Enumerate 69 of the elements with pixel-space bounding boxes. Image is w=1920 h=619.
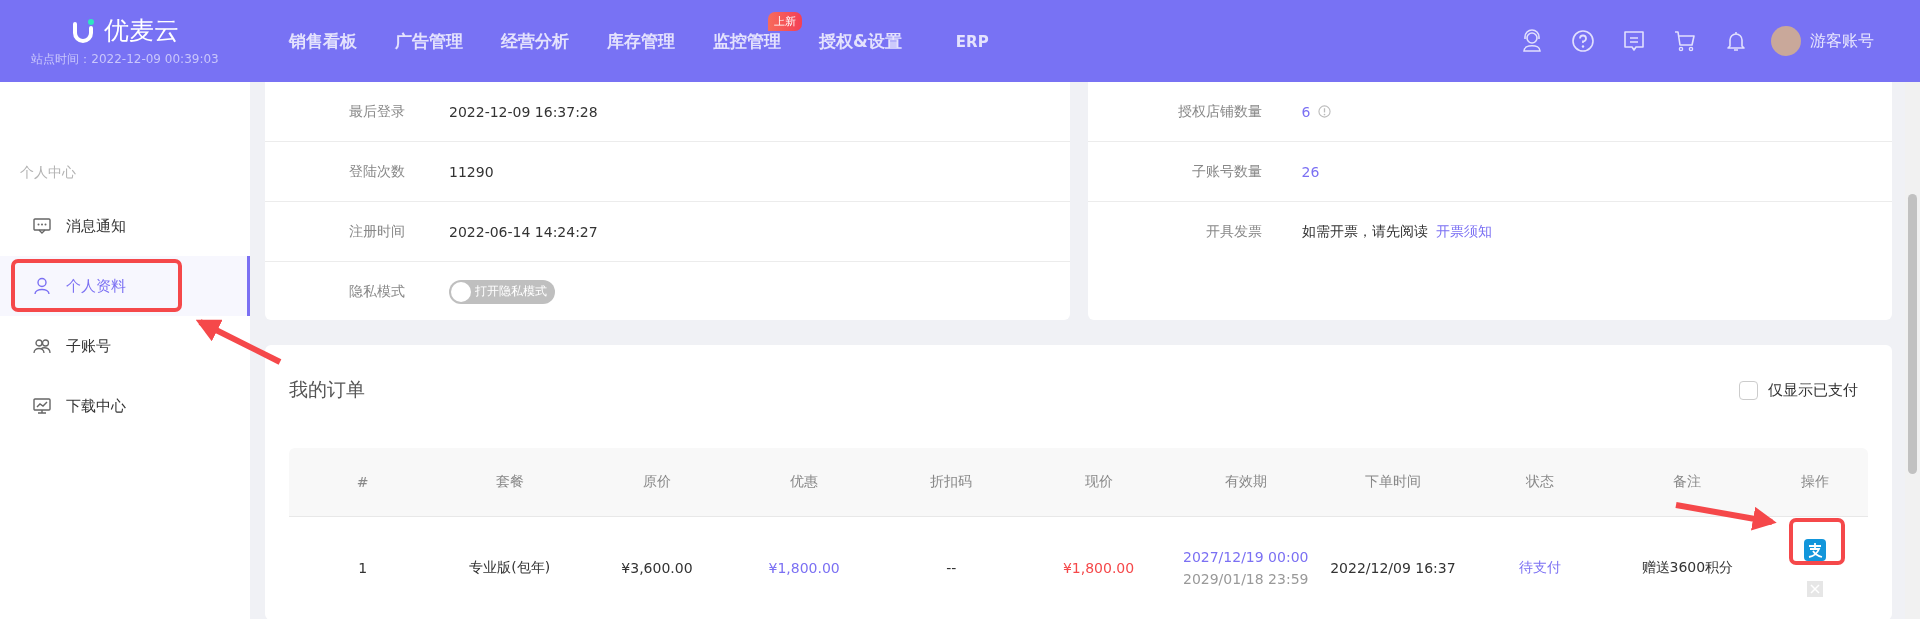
users-icon [32,336,52,356]
logo-text: 优麦云 [103,15,179,47]
field-value: 26 [1301,163,1320,180]
monitor-icon [32,396,52,416]
table-cell: 2022/12/09 16:37 [1319,516,1467,619]
new-badge: 上新 [768,11,802,31]
valid-to: 2029/01/18 23:59 [1182,571,1309,587]
table-cell: ¥3,600.00 [583,516,731,619]
column-header: 优惠 [730,448,878,517]
column-header: 备注 [1613,448,1761,517]
field-label: 最后登录 [348,102,405,121]
invoice-notice-link[interactable]: 开票须知 [1435,222,1492,241]
column-header: 原价 [583,448,731,517]
valid-from: 2027/12/19 00:00 [1182,549,1309,565]
logo-icon [71,17,96,44]
highlight-frame [1789,518,1845,565]
nav-item[interactable]: 经营分析 [501,30,569,51]
field-label: 授权店铺数量 [1176,102,1262,121]
field-label: 子账号数量 [1190,162,1262,181]
nav-item[interactable]: 广告管理 [395,30,463,51]
field-label: 注册时间 [348,222,405,241]
field-value: 11290 [449,163,494,180]
section-title: 个人中心 [19,164,77,182]
help-icon[interactable] [1571,29,1595,53]
sidebar-item[interactable]: 下载中心 [0,376,250,436]
table-cell: 专业版(包年) [436,516,584,619]
column-header: 操作 [1761,448,1868,517]
user-icon [32,276,52,296]
field-value: 6 [1301,103,1311,120]
status-cell: 待支付 [1466,516,1614,619]
column-header: 套餐 [436,448,584,517]
message-icon [32,216,52,236]
section-title: 我的订单 [289,377,365,402]
field-label: 开具发票 [1204,222,1262,241]
privacy-toggle[interactable]: 打开隐私模式 [449,279,555,304]
sidebar-item[interactable]: 消息通知 [0,196,250,256]
column-header: 下单时间 [1319,448,1467,517]
field-label: 隐私模式 [348,282,405,301]
user-name[interactable]: 游客账号 [1810,30,1874,52]
table-cell: 1 [289,516,437,619]
nav-item[interactable]: ERP [955,32,989,51]
site-time: 站点时间：2022-12-09 00:39:03 [31,51,219,68]
avatar[interactable] [1771,26,1801,56]
column-header: 折扣码 [877,448,1025,517]
column-header: 现价 [1024,448,1173,517]
field-value: 如需开票，请先阅读 [1301,222,1428,241]
table-cell: ¥1,800.00 [1024,516,1173,619]
field-value: 2022-12-09 16:37:28 [449,103,598,120]
bell-icon[interactable] [1724,29,1748,53]
payment-icon[interactable] [1803,539,1826,561]
cart-icon[interactable] [1673,29,1697,53]
sidebar-item[interactable]: 子账号 [0,316,250,376]
nav-item[interactable]: 销售看板 [289,30,357,51]
scrollbar[interactable] [1905,82,1920,619]
support-agent-icon[interactable] [1520,29,1544,53]
field-value: 2022-06-14 14:24:27 [449,223,598,240]
column-header: # [289,448,437,517]
column-header: 状态 [1466,448,1614,517]
table-cell: -- [877,516,1025,619]
message-icon[interactable] [1622,29,1646,53]
table-cell: ¥1,800.00 [730,516,878,619]
column-header: 有效期 [1172,448,1320,517]
field-label: 登陆次数 [348,162,405,181]
nav-item[interactable]: 库存管理 [607,30,675,51]
info-icon[interactable] [1318,105,1332,118]
paid-only-checkbox[interactable]: 仅显示已支付 [1739,380,1858,400]
table-cell: 赠送3600积分 [1613,516,1761,619]
nav-item[interactable]: 授权&设置 [819,30,902,51]
nav-item[interactable]: 监控管理 [713,30,781,51]
